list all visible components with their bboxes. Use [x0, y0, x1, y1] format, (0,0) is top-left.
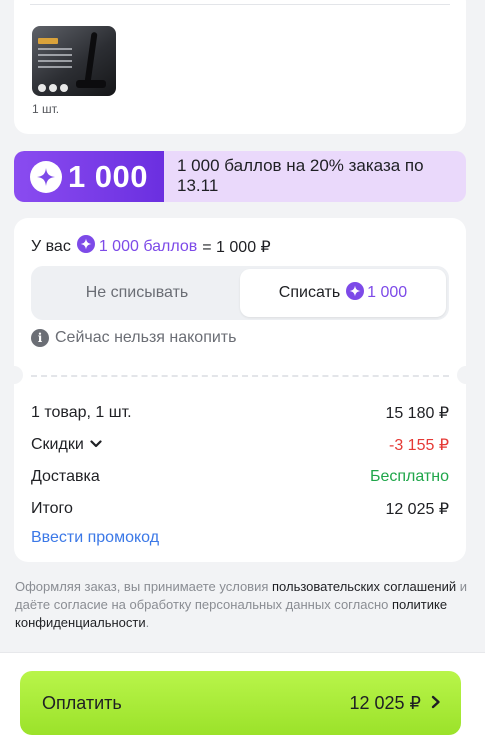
balance-prefix: У вас: [31, 237, 71, 255]
vacuum-base: [76, 80, 106, 88]
points-amount: 1 000: [67, 158, 149, 194]
pay-button-label: Оплатить: [42, 692, 122, 713]
pay-button[interactable]: Оплатить 12 025 ₽: [20, 671, 461, 735]
summary-label: Доставка: [31, 468, 100, 485]
order-summary-card: У вас 1 000 баллов = 1 000 ₽ Не списыват…: [5, 218, 475, 562]
pay-button-amount: 12 025 ₽: [349, 692, 421, 713]
product-quantity: 1 шт.: [32, 102, 60, 116]
summary-value: -3 155 ₽: [389, 437, 449, 454]
sparkle-star-icon: [29, 160, 62, 193]
dont-use-points-option[interactable]: Не списывать: [34, 269, 240, 317]
points-description: 1 000 баллов на 20% заказа по 13.11: [177, 156, 424, 195]
summary-row-total: Итого 12 025 ₽: [31, 493, 449, 525]
dont-use-points-label: Не списывать: [85, 284, 189, 301]
thumbnail-text-lines: [38, 48, 72, 72]
bonus-balance: У вас 1 000 баллов = 1 000 ₽: [31, 235, 271, 258]
legal-text: Оформляя заказ, вы принимаете условия: [15, 579, 272, 594]
summary-row-discounts[interactable]: Скидки -3 155 ₽: [31, 429, 449, 461]
balance-equals: = 1 000 ₽: [202, 238, 271, 256]
price-summary: 1 товар, 1 шт. 15 180 ₽ Скидки -3 155 ₽ …: [31, 397, 449, 547]
dashed-divider: [31, 375, 449, 377]
points-star-icon: [76, 235, 95, 258]
vacuum-handle: [84, 31, 98, 85]
summary-row-delivery: Доставка Бесплатно: [31, 461, 449, 493]
summary-label: Скидки: [31, 436, 84, 454]
pay-button-total: 12 025 ₽: [349, 693, 441, 714]
summary-value: 15 180 ₽: [385, 405, 449, 422]
use-points-option[interactable]: Списать 1 000: [240, 269, 446, 317]
chevron-right-icon: [431, 693, 441, 714]
summary-label: 1 товар, 1 шт.: [31, 404, 132, 421]
info-icon: i: [31, 329, 49, 347]
user-agreement-link[interactable]: пользовательских соглашений: [272, 579, 456, 594]
points-pill: 1 000: [14, 151, 164, 202]
enter-promo-code-link[interactable]: Ввести промокод: [31, 529, 159, 547]
summary-label: Итого: [31, 500, 73, 517]
use-points-amount: 1 000: [367, 284, 408, 301]
thumbnail-feature-icons: [38, 84, 68, 92]
use-points-label: Списать: [278, 284, 341, 301]
summary-row-items: 1 товар, 1 шт. 15 180 ₽: [31, 397, 449, 429]
thumbnail-badge: [38, 38, 58, 44]
summary-value: Бесплатно: [369, 468, 449, 485]
product-card: 1 шт.: [14, 0, 466, 134]
summary-value: 12 025 ₽: [385, 501, 449, 518]
points-toggle: Не списывать Списать 1 000: [31, 266, 449, 320]
ticket-notch-left: [5, 366, 23, 384]
accrual-notice-text: Сейчас нельзя накопить: [55, 329, 237, 346]
balance-points: 1 000 баллов: [98, 237, 198, 255]
legal-text: .: [145, 615, 150, 630]
checkout-bar: Оплатить 12 025 ₽: [0, 652, 485, 752]
ticket-notch-right: [457, 366, 475, 384]
divider: [30, 4, 450, 5]
legal-notice: Оформляя заказ, вы принимаете условия по…: [15, 578, 467, 632]
discounts-toggle[interactable]: Скидки: [31, 436, 102, 454]
chevron-down-icon: [90, 436, 102, 454]
accrual-notice: i Сейчас нельзя накопить: [31, 329, 236, 347]
points-banner[interactable]: 1 000 1 000 баллов на 20% заказа по 13.1…: [14, 151, 466, 202]
product-thumbnail[interactable]: [32, 26, 116, 96]
points-star-icon: [346, 281, 365, 305]
